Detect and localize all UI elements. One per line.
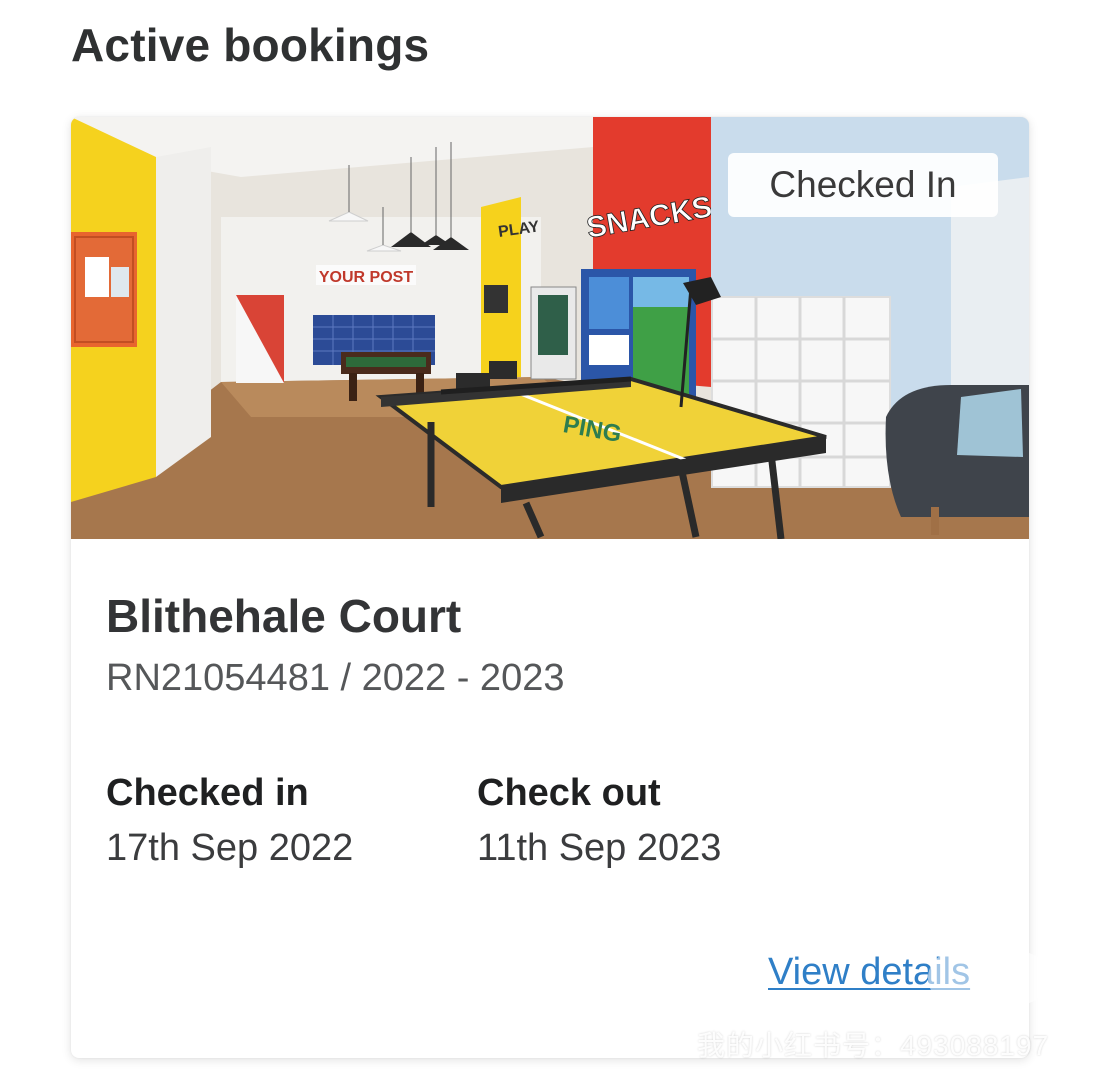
check-out-label: Check out: [477, 772, 661, 814]
property-name: Blithehale Court: [106, 590, 462, 642]
check-out-block: Check out 11th Sep 2023: [477, 772, 721, 870]
status-badge: Checked In: [728, 153, 998, 217]
page-title: Active bookings: [71, 19, 430, 71]
checked-in-label: Checked in: [106, 772, 309, 814]
checked-in-block: Checked in 17th Sep 2022: [106, 772, 353, 870]
booking-card[interactable]: YOUR POST PLAY SNACKS PING Checked In Bl…: [71, 117, 1029, 1058]
property-photo: YOUR POST PLAY SNACKS PING Checked In: [71, 117, 1029, 539]
booking-reference: RN21054481 / 2022 - 2023: [106, 657, 565, 699]
page: Active bookings YOUR POST PLAY SNACKS PI…: [0, 0, 1100, 1092]
checked-in-date: 17th Sep 2022: [106, 827, 354, 869]
check-out-date: 11th Sep 2023: [477, 827, 722, 869]
your-post-sign: YOUR POST: [319, 269, 413, 286]
watermark-pill: [928, 952, 1048, 1004]
watermark-text: 我的小红书号：493088197: [697, 1030, 1050, 1061]
